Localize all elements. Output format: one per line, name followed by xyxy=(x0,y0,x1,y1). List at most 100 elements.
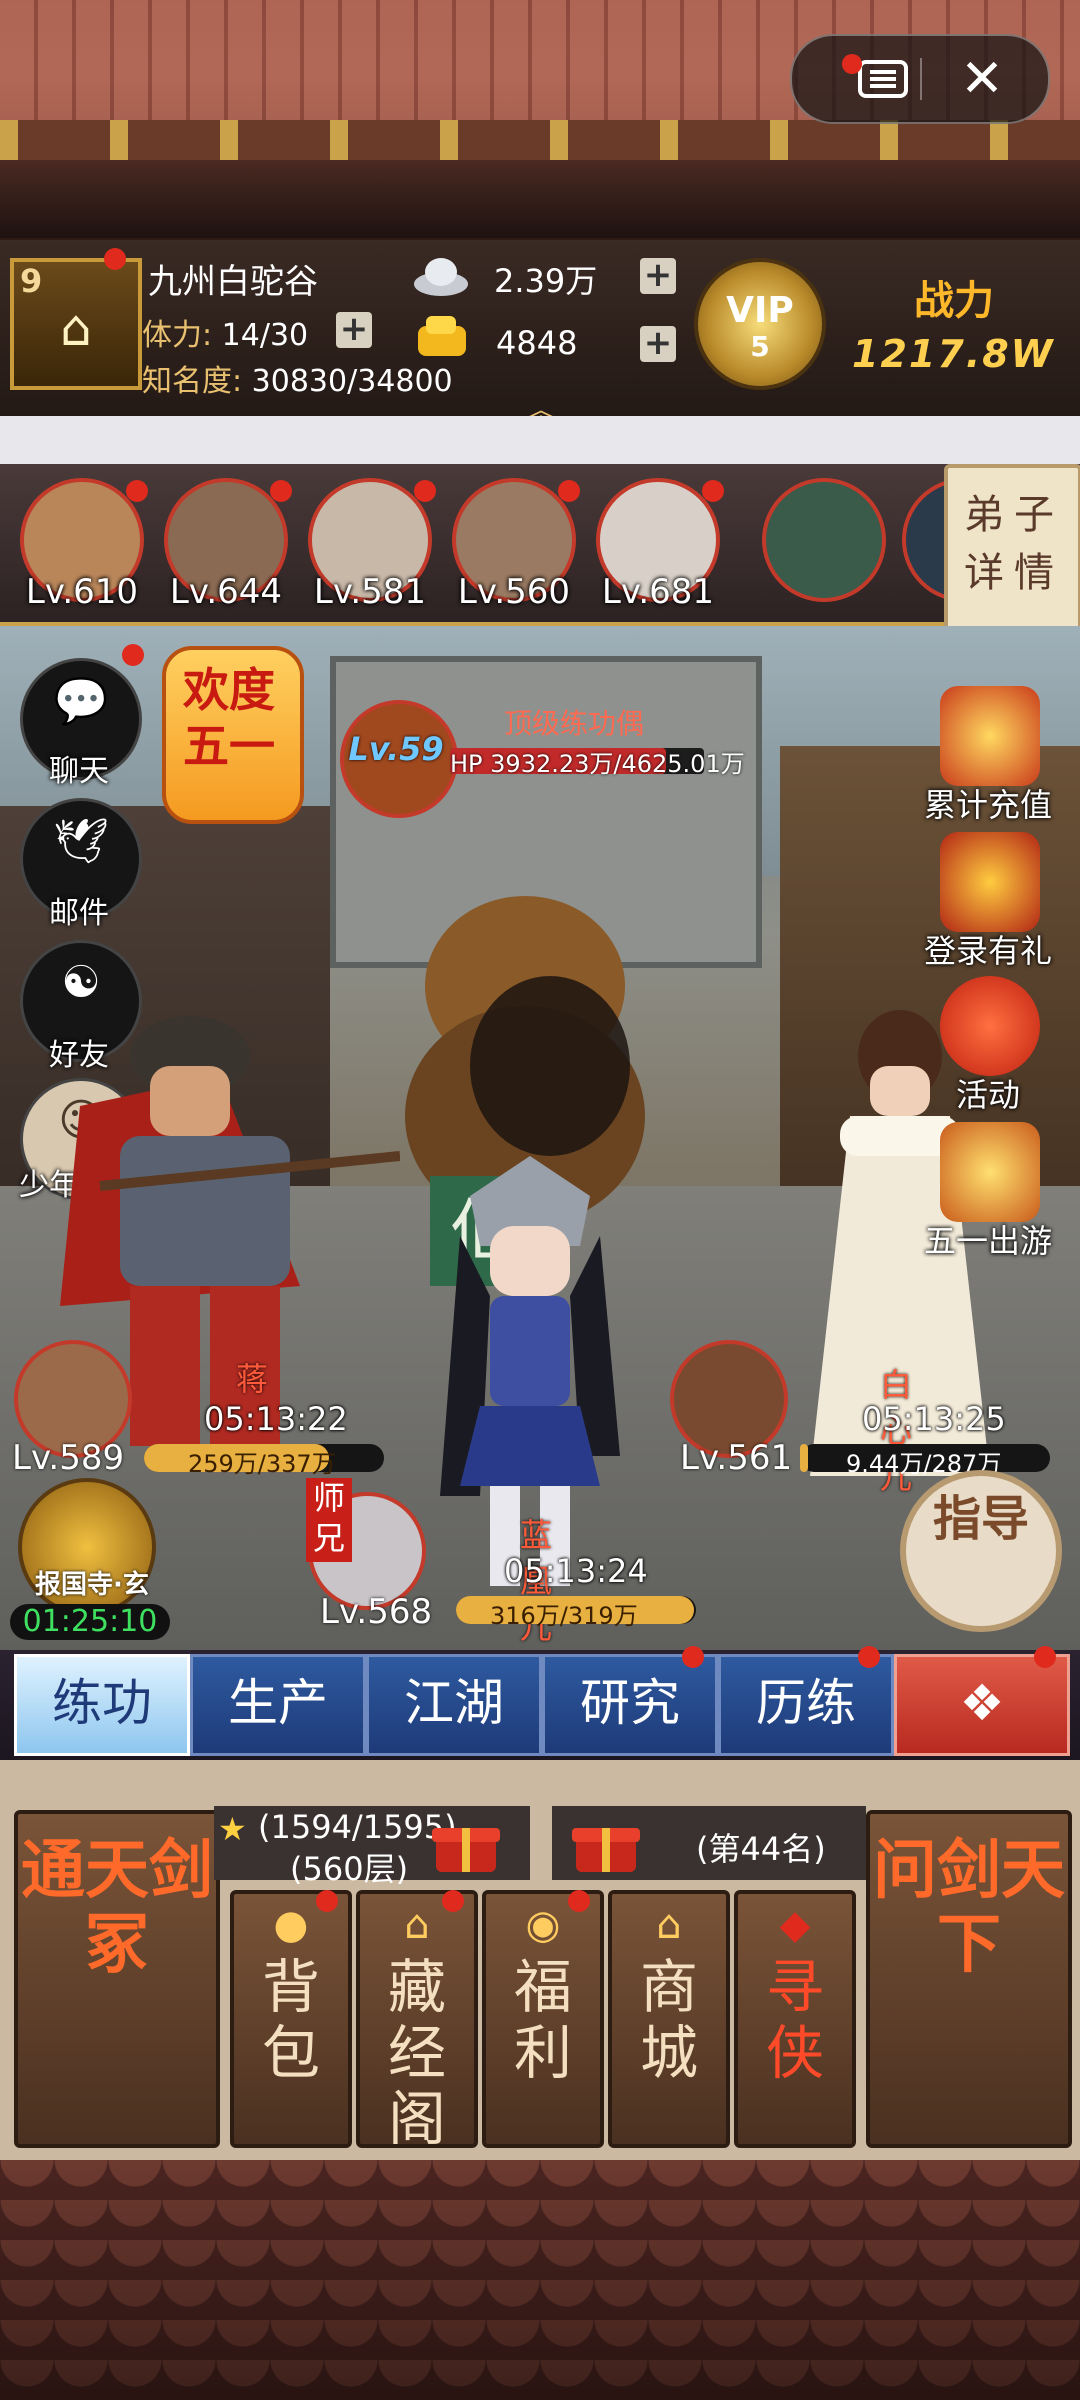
add-gold-button[interactable]: + xyxy=(640,326,676,362)
tab-research[interactable]: 研究 xyxy=(542,1654,718,1756)
notification-dot xyxy=(682,1646,704,1668)
star-icon: ★ xyxy=(218,1810,247,1848)
welfare-label: 福利 xyxy=(513,1953,572,2087)
notification-dot xyxy=(568,1890,590,1912)
tower-floor: (560层) xyxy=(290,1850,409,1888)
notification-dot xyxy=(122,644,144,666)
menu-icon xyxy=(842,54,908,98)
power-value: 1217.8W xyxy=(852,332,1055,376)
scripture-pavilion-label: 藏经阁 xyxy=(387,1953,446,2153)
stamina-label: 体力: xyxy=(142,318,213,353)
hero-level: Lv.610 xyxy=(25,572,139,612)
backpack-label: 背包 xyxy=(261,1953,320,2087)
stamina-row: 体力: 14/30 xyxy=(142,310,308,354)
welfare-button[interactable]: ◉ 福利 xyxy=(482,1890,604,2148)
add-stamina-button[interactable]: + xyxy=(336,312,372,348)
tab-jianghu[interactable]: 江湖 xyxy=(366,1654,542,1756)
event-banner-text: 欢度五一 xyxy=(183,663,275,773)
wenjian-tianxia-label: 问剑天下 xyxy=(873,1834,1065,1982)
boss-info[interactable]: Lv.59 顶级练功偶 HP 3932.23万/4625.01万 xyxy=(340,700,745,818)
disciple-progress-text: 316万/319万 xyxy=(490,1602,638,1630)
tab-experience[interactable]: 历练 xyxy=(718,1654,894,1756)
backpack-button[interactable]: ● 背包 xyxy=(230,1890,352,2148)
boss-name: 顶级练功偶 xyxy=(504,707,645,740)
hero-level: Lv.644 xyxy=(169,572,283,612)
senior-brother-tag: 师兄 xyxy=(306,1478,352,1562)
recharge-reward-label: 累计充值 xyxy=(923,786,1052,824)
tongtian-sword-tomb-label: 通天剑冢 xyxy=(21,1834,213,1982)
disciple-timer: 05:13:22 xyxy=(204,1400,348,1438)
seek-hero-button[interactable]: ◆ 寻侠 xyxy=(734,1890,856,2148)
disciple-timer: 05:13:24 xyxy=(504,1552,648,1590)
hero-avatar[interactable]: Lv.681 xyxy=(590,478,724,612)
notification-dot xyxy=(316,1890,338,1912)
notification-dot xyxy=(442,1890,464,1912)
shop-button[interactable]: ⌂ 商城 xyxy=(608,1890,730,2148)
temple-event-timer: 01:25:10 xyxy=(10,1604,170,1640)
hero-avatar[interactable]: Lv.610 xyxy=(14,478,148,612)
disciple-level: Lv.561 xyxy=(680,1438,793,1478)
tab-production[interactable]: 生产 xyxy=(190,1654,366,1756)
vip-badge[interactable]: VIP 5 xyxy=(694,258,826,390)
player-avatar[interactable]: 9 ⌂ xyxy=(10,258,142,390)
temple-event-label: 报国寺·玄 xyxy=(35,1570,149,1600)
gift-chest-icon xyxy=(940,686,1040,786)
hero-avatar[interactable]: Lv.560 xyxy=(446,478,580,612)
chat-label: 聊天 xyxy=(49,754,109,789)
boss-hp-text: HP 3932.23万/4625.01万 xyxy=(450,750,745,778)
footer-shade xyxy=(0,2160,1080,2400)
notification-dot xyxy=(270,480,292,502)
may-day-travel-label: 五一出游 xyxy=(923,1222,1052,1260)
hero-level: Lv.681 xyxy=(601,572,715,612)
seek-hero-label: 寻侠 xyxy=(765,1953,824,2087)
disciple-name: 蒋 xyxy=(236,1360,269,1398)
add-silver-button[interactable]: + xyxy=(640,258,676,294)
feature-panel: 通天剑冢 ★ (1594/1595) (560层) (第44名) ● 背包 ⌂ … xyxy=(0,1760,1080,2160)
ranking-reward-gift-icon[interactable] xyxy=(570,1810,642,1876)
tower-progress: (1594/1595) xyxy=(258,1808,457,1846)
notification-dot xyxy=(126,480,148,502)
power-label: 战力 xyxy=(914,278,994,324)
close-button[interactable]: ✕ xyxy=(942,48,1022,110)
disciple-details-button[interactable]: 弟子详情 xyxy=(944,464,1080,640)
notification-dot xyxy=(558,480,580,502)
header-gap xyxy=(0,416,1080,464)
hero-level: Lv.581 xyxy=(313,572,427,612)
may-day-event-banner[interactable]: 欢度五一 xyxy=(162,626,304,848)
battle-scene: 💬 聊天 🕊 邮件 ☯ 好友 ☺ 少年侠客 欢度五一 Lv.59 顶级练功偶 H… xyxy=(0,626,1080,1650)
flower-emblem-icon: ❖ xyxy=(959,1674,1005,1732)
hero-avatar[interactable] xyxy=(756,478,886,608)
roof-eave xyxy=(0,160,1080,238)
disciple-level: Lv.589 xyxy=(12,1438,125,1478)
tab-training[interactable]: 练功 xyxy=(14,1654,190,1756)
seal-icon: ◆ xyxy=(779,1902,811,1948)
mail-label: 邮件 xyxy=(49,896,109,931)
hero-avatar[interactable]: Lv.581 xyxy=(302,478,436,612)
tongtian-sword-tomb-button[interactable]: 通天剑冢 xyxy=(14,1810,220,2148)
scripture-pavilion-button[interactable]: ⌂ 藏经阁 xyxy=(356,1890,478,2152)
login-gift-label: 登录有礼 xyxy=(923,932,1052,970)
guide-label: 指导 xyxy=(932,1491,1029,1547)
disciple-level: Lv.568 xyxy=(320,1592,433,1632)
player-name: 九州白驼谷 xyxy=(148,262,318,302)
shop-label: 商城 xyxy=(639,1953,698,2087)
silver-amount: 2.39万 xyxy=(494,262,598,300)
travel-gift-icon xyxy=(940,1122,1040,1222)
hero-avatar[interactable]: Lv.644 xyxy=(158,478,292,612)
ranking-text: (第44名) xyxy=(696,1830,826,1868)
wenjian-tianxia-button[interactable]: 问剑天下 xyxy=(866,1810,1072,2148)
tab-more[interactable]: ❖ xyxy=(894,1654,1070,1756)
more-menu-button[interactable] xyxy=(822,54,918,104)
roof-beam xyxy=(0,120,1080,160)
disciple-progress-text: 259万/337万 xyxy=(188,1450,336,1478)
mini-program-capsule: ✕ xyxy=(790,34,1050,124)
guide-button[interactable]: 指导 xyxy=(900,1470,1062,1632)
gold-amount: 4848 xyxy=(496,324,578,362)
disciple-timer: 05:13:25 xyxy=(862,1400,1006,1438)
notification-dot xyxy=(1034,1646,1056,1668)
notification-dot xyxy=(104,248,126,270)
notification-dot xyxy=(858,1646,880,1668)
vip-level: 5 xyxy=(750,330,770,363)
capsule-divider xyxy=(920,58,922,100)
tower-reward-gift-icon[interactable] xyxy=(430,1810,502,1876)
